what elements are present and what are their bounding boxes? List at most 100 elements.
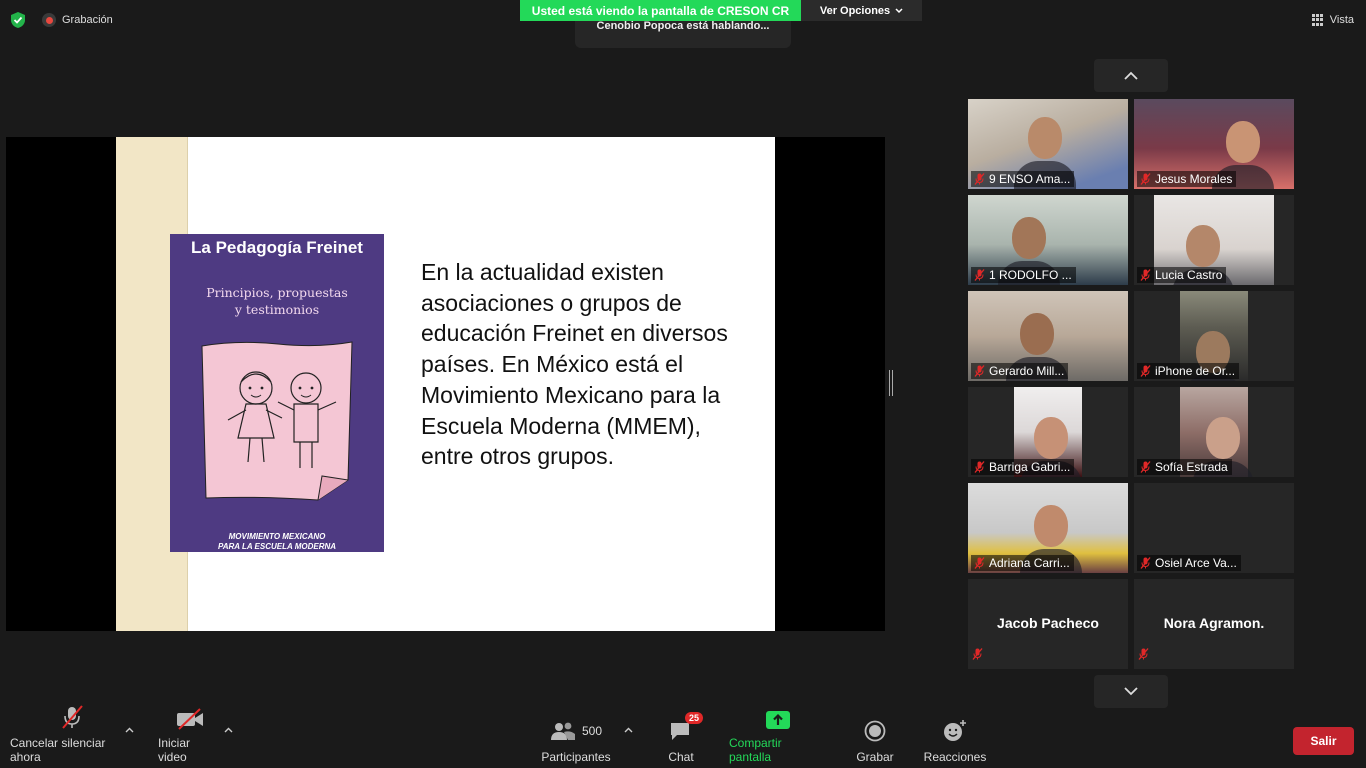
- children-drawing-illustration: [201, 341, 353, 501]
- participant-tile[interactable]: Adriana Carri...: [968, 483, 1128, 573]
- chevron-down-icon: [895, 7, 903, 13]
- microphone-off-icon: [1140, 365, 1151, 377]
- gallery-scroll-down-button[interactable]: [1094, 675, 1168, 708]
- share-screen-label: Compartir pantalla: [729, 736, 782, 764]
- book-cover: La Pedagogía Freinet Principios, propues…: [170, 234, 384, 552]
- presentation-slide: La Pedagogía Freinet Principios, propues…: [116, 137, 775, 631]
- participant-name: Lucia Castro: [1155, 268, 1223, 282]
- recording-indicator[interactable]: Grabación: [42, 13, 113, 27]
- book-footer: MOVIMIENTO MEXICANO PARA LA ESCUELA MODE…: [170, 532, 384, 552]
- participant-face: [1034, 505, 1068, 547]
- participants-count: 500: [581, 724, 603, 738]
- top-left-status: Grabación: [10, 10, 113, 30]
- recording-label: Grabación: [62, 14, 113, 26]
- microphone-off-icon: [974, 461, 985, 473]
- microphone-off-icon: [972, 648, 983, 660]
- mute-button[interactable]: Cancelar silenciar ahora: [10, 705, 134, 764]
- book-title: La Pedagogía Freinet: [191, 238, 363, 257]
- book-footer-line: PARA LA ESCUELA MODERNA: [217, 542, 337, 551]
- participant-face: [1206, 417, 1240, 459]
- participant-tile[interactable]: Jacob Pacheco: [968, 579, 1128, 669]
- participant-tile[interactable]: Barriga Gabri...: [968, 387, 1128, 477]
- video-options-caret[interactable]: [224, 725, 233, 736]
- slide-body-text: En la actualidad existen asociaciones o …: [421, 259, 728, 470]
- participant-name: Sofía Estrada: [1155, 460, 1228, 474]
- chat-unread-badge: 25: [685, 712, 704, 724]
- participant-name: Jacob Pacheco: [997, 615, 1099, 631]
- participant-name: Jesus Morales: [1155, 172, 1233, 186]
- chat-button[interactable]: 25 Chat: [664, 712, 704, 764]
- participant-face: [1034, 417, 1068, 459]
- chat-label: Chat: [668, 750, 694, 764]
- participant-tile[interactable]: Osiel Arce Va...: [1134, 483, 1294, 573]
- participant-face: [1012, 217, 1046, 259]
- microphone-off-icon: [1140, 269, 1151, 281]
- audio-options-caret[interactable]: [125, 725, 134, 736]
- reactions-label: Reacciones: [923, 750, 987, 764]
- reactions-button[interactable]: Reacciones: [924, 716, 986, 764]
- share-screen-button[interactable]: Compartir pantalla: [729, 711, 827, 764]
- mic-status: [972, 647, 983, 665]
- participants-label: Participantes: [541, 750, 611, 764]
- panel-resize-handle[interactable]: [889, 370, 893, 396]
- participant-tile[interactable]: Jesus Morales: [1134, 99, 1294, 189]
- share-screen-icon: [766, 711, 790, 729]
- record-icon: [864, 720, 886, 742]
- microphone-off-icon: [974, 365, 985, 377]
- leave-label: Salir: [1310, 734, 1337, 748]
- participant-name-tag: Lucia Castro: [1137, 267, 1227, 283]
- chevron-up-icon: [224, 727, 233, 733]
- record-button[interactable]: Grabar: [855, 716, 895, 764]
- leave-meeting-button[interactable]: Salir: [1293, 727, 1354, 755]
- grid-icon: [1311, 14, 1324, 26]
- participant-name-tag: Barriga Gabri...: [971, 459, 1075, 475]
- microphone-off-icon: [974, 173, 985, 185]
- view-label: Vista: [1329, 14, 1354, 26]
- shield-icon[interactable]: [10, 11, 26, 29]
- microphone-off-icon: [1138, 648, 1149, 660]
- participants-icon: [550, 722, 575, 740]
- share-banner: Usted está viendo la pantalla de CRESON …: [520, 0, 801, 21]
- participant-tile[interactable]: iPhone de Or...: [1134, 291, 1294, 381]
- start-video-button[interactable]: Iniciar video: [158, 708, 222, 764]
- view-layout-button[interactable]: Vista: [1311, 10, 1354, 30]
- participant-tile[interactable]: 1 RODOLFO ...: [968, 195, 1128, 285]
- participant-tile[interactable]: 9 ENSO Ama...: [968, 99, 1128, 189]
- microphone-off-icon: [62, 705, 83, 729]
- participant-tile[interactable]: Sofía Estrada: [1134, 387, 1294, 477]
- participants-options-caret[interactable]: [624, 725, 633, 736]
- participant-tile[interactable]: Gerardo Mill...: [968, 291, 1128, 381]
- chevron-up-icon: [1124, 71, 1138, 80]
- participant-name-tag: Gerardo Mill...: [971, 363, 1069, 379]
- book-subtitle-line: y testimonios: [234, 302, 320, 317]
- microphone-off-icon: [1140, 173, 1151, 185]
- video-off-icon: [177, 708, 203, 730]
- gallery-scroll-up-button[interactable]: [1094, 59, 1168, 92]
- recording-icon: [42, 13, 56, 27]
- microphone-off-icon: [1140, 461, 1151, 473]
- participant-name: Barriga Gabri...: [989, 460, 1071, 474]
- participant-name-tag: 1 RODOLFO ...: [971, 267, 1076, 283]
- smiley-plus-icon: [944, 720, 966, 741]
- participant-name-tag: iPhone de Or...: [1137, 363, 1240, 379]
- participant-name: 9 ENSO Ama...: [989, 172, 1071, 186]
- participant-tile[interactable]: Lucia Castro: [1134, 195, 1294, 285]
- participants-button[interactable]: 500 Participantes: [541, 716, 611, 764]
- chevron-up-icon: [125, 727, 134, 733]
- participant-name-tag: Sofía Estrada: [1137, 459, 1232, 475]
- microphone-off-icon: [974, 269, 985, 281]
- record-label: Grabar: [856, 750, 894, 764]
- mute-label: Cancelar silenciar ahora: [10, 736, 106, 764]
- book-subtitle-line: Principios, propuestas: [206, 285, 348, 300]
- participant-name-tag: 9 ENSO Ama...: [971, 171, 1075, 187]
- share-banner-text: Usted está viendo la pantalla de CRESON …: [531, 3, 790, 18]
- chevron-down-icon: [1124, 687, 1138, 696]
- participant-name: Osiel Arce Va...: [1155, 556, 1237, 570]
- chevron-up-icon: [624, 727, 633, 733]
- microphone-off-icon: [974, 557, 985, 569]
- speaking-text: Cenobio Popoca está hablando...: [596, 20, 770, 32]
- participant-tile[interactable]: Nora Agramon.: [1134, 579, 1294, 669]
- participant-face: [1186, 225, 1220, 267]
- view-options-button[interactable]: Ver Opciones: [801, 0, 922, 21]
- mic-status: [1138, 647, 1149, 665]
